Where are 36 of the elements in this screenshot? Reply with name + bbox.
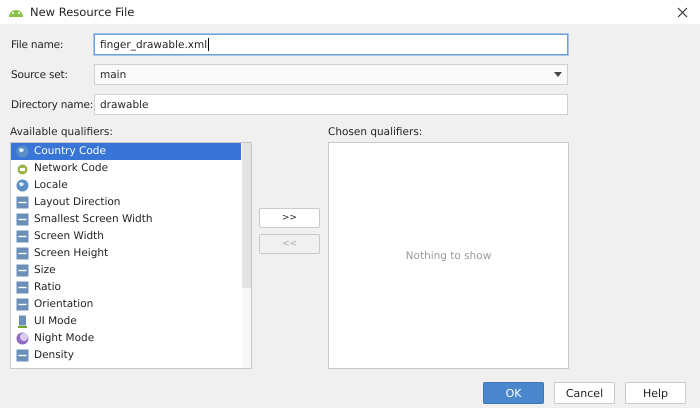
device-icon — [16, 315, 29, 328]
field-label: File name: — [10, 38, 64, 50]
transfer-button[interactable]: >> — [259, 208, 320, 228]
list-item[interactable]: Size — [11, 262, 241, 279]
field-label: Source set: — [10, 68, 69, 80]
list-item[interactable]: Smallest Screen Width — [11, 211, 241, 228]
list-item[interactable]: Ratio — [11, 279, 241, 296]
dialog-button[interactable]: Cancel — [554, 382, 615, 404]
dropdown-arrow-icon — [554, 72, 562, 77]
close-icon[interactable] — [677, 6, 688, 18]
list-item[interactable]: Density — [11, 347, 241, 364]
list-item[interactable]: Orientation — [11, 296, 241, 313]
globe-icon — [16, 145, 29, 158]
list-item[interactable]: Network Code — [11, 160, 241, 177]
list-item[interactable]: Locale — [11, 177, 241, 194]
list-item[interactable]: Screen Width — [11, 228, 241, 245]
input-field[interactable]: finger_drawable.xml — [94, 34, 568, 55]
section-label: Available qualifiers: — [10, 126, 114, 139]
list-item[interactable]: Country Code — [11, 143, 241, 160]
network-icon — [16, 162, 29, 175]
input-field[interactable]: drawable — [94, 94, 568, 115]
scrollbar-thumb[interactable] — [242, 143, 251, 288]
list-item[interactable]: UI Mode — [11, 313, 241, 330]
globe-icon — [16, 179, 29, 192]
field-label: Directory name: — [10, 98, 94, 110]
dialog-button[interactable]: Help — [625, 382, 686, 404]
list-item[interactable]: Layout Direction — [11, 194, 241, 211]
list-item[interactable]: Screen Height — [11, 245, 241, 262]
android-icon — [8, 7, 24, 17]
list-item[interactable]: Night Mode — [11, 330, 241, 347]
moon-icon — [16, 332, 29, 345]
empty-message: Nothing to show — [406, 250, 492, 262]
dialog-button[interactable]: OK — [483, 382, 544, 404]
window-title: New Resource File — [30, 5, 134, 19]
section-label: Chosen qualifiers: — [328, 126, 424, 139]
source-set-dropdown[interactable]: main — [94, 64, 568, 85]
